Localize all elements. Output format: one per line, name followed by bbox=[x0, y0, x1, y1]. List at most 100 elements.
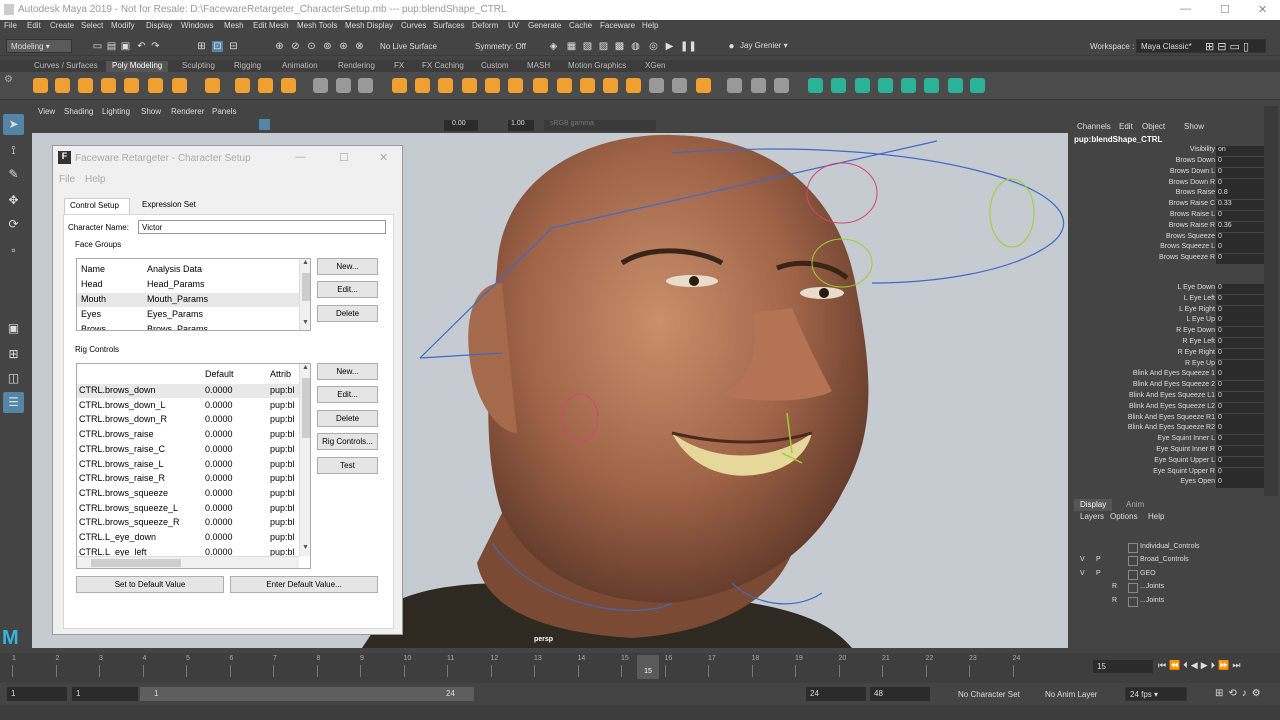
multi-cut-icon[interactable] bbox=[580, 78, 595, 93]
channel-l-eye-left[interactable]: L Eye Left 0 bbox=[1070, 294, 1270, 306]
panel-tool-icon-6[interactable] bbox=[123, 119, 134, 130]
help-menu[interactable]: Help bbox=[1148, 512, 1164, 521]
planar-uv-icon[interactable] bbox=[831, 78, 846, 93]
dialog-menu-file[interactable]: File bbox=[59, 174, 75, 185]
paint-select-icon[interactable]: ✎ bbox=[3, 164, 24, 185]
mode-dropdown[interactable]: Modeling ▾ bbox=[6, 39, 72, 53]
shelf-tab-motion-graphics[interactable]: Motion Graphics bbox=[562, 61, 632, 72]
menu-create[interactable]: Create bbox=[50, 21, 74, 30]
bevel2-icon[interactable] bbox=[557, 78, 572, 93]
menu-cache[interactable]: Cache bbox=[569, 21, 592, 30]
connect-icon[interactable] bbox=[626, 78, 641, 93]
fps-dropdown[interactable]: 24 fps ▾ bbox=[1125, 687, 1187, 701]
channel-brows-squeeze-l[interactable]: Brows Squeeze L0 bbox=[1070, 243, 1270, 254]
menu-curves[interactable]: Curves bbox=[401, 21, 426, 30]
menu-mesh-display[interactable]: Mesh Display bbox=[345, 21, 393, 30]
bevel-icon[interactable] bbox=[533, 78, 548, 93]
layer-name[interactable]: Individual_Controls bbox=[1140, 543, 1200, 550]
playback-controls[interactable]: ⏮⏪⏴◀▶⏵⏩⏭ bbox=[1158, 660, 1243, 671]
single-view-icon[interactable]: ▣ bbox=[3, 318, 24, 339]
layer-reference-toggle[interactable]: R bbox=[1112, 597, 1117, 604]
colorspace-dropdown[interactable]: sRGB gamma bbox=[544, 120, 656, 131]
render-settings-icon[interactable]: ▧ bbox=[582, 41, 593, 52]
panel-tool-icon-10[interactable] bbox=[191, 119, 202, 130]
rig-header-default[interactable]: Default bbox=[205, 369, 234, 383]
panel-menu-lighting[interactable]: Lighting bbox=[102, 107, 130, 116]
play-render-icon[interactable]: ▶ bbox=[664, 41, 675, 52]
panel-tool-icon-3[interactable] bbox=[72, 119, 83, 130]
channel-brows-raise-r[interactable]: Brows Raise R 0.36 bbox=[1070, 221, 1270, 233]
channel-value[interactable]: 0 bbox=[1216, 327, 1264, 338]
tab-display[interactable]: Display bbox=[1074, 499, 1113, 511]
select-component-icon[interactable]: ⊟ bbox=[228, 41, 239, 52]
rig-edit-button[interactable]: Edit... bbox=[317, 386, 378, 403]
range-icons[interactable]: ⊞⟲♪⚙ bbox=[1215, 688, 1266, 699]
channel-value[interactable]: 0 bbox=[1216, 392, 1264, 402]
channel-value[interactable]: 0 bbox=[1216, 467, 1264, 478]
command-line[interactable] bbox=[0, 705, 1280, 720]
channel-brows-down[interactable]: Brows Down 0 bbox=[1070, 157, 1270, 168]
channel-blink-and-eyes-squeeze-l2[interactable]: Blink And Eyes Squeeze L2 0 bbox=[1070, 402, 1270, 414]
snap-point-icon[interactable]: ⊙ bbox=[306, 41, 317, 52]
channel-visibility[interactable]: Visibility on bbox=[1070, 146, 1270, 157]
snap-view-icon[interactable]: ⊛ bbox=[338, 41, 349, 52]
layer-color-swatch[interactable] bbox=[1128, 556, 1138, 567]
panel-tool-icon-7[interactable] bbox=[140, 119, 151, 130]
panel-tool-icon-17[interactable] bbox=[310, 119, 321, 130]
poly-cylinder-icon[interactable] bbox=[78, 78, 93, 93]
panel-tool-icon-2[interactable] bbox=[55, 119, 66, 130]
poly-disc-icon[interactable] bbox=[172, 78, 187, 93]
channel-value[interactable]: 0 bbox=[1216, 348, 1264, 359]
poly-torus-icon[interactable] bbox=[124, 78, 139, 93]
fill-hole-icon[interactable] bbox=[485, 78, 500, 93]
channel-blink-and-eyes-squeeze-1[interactable]: Blink And Eyes Squeeze 10 bbox=[1070, 370, 1270, 381]
shelf-tab-fx-caching[interactable]: FX Caching bbox=[416, 61, 470, 72]
layer-row[interactable]: Individual_Controls bbox=[1076, 542, 1264, 554]
poly-sphere-icon[interactable] bbox=[33, 78, 48, 93]
four-view-icon[interactable]: ⊞ bbox=[3, 344, 24, 365]
offset-edge-icon[interactable] bbox=[672, 78, 687, 93]
panel-tool-icon-14[interactable] bbox=[259, 119, 270, 130]
options-menu[interactable]: Options bbox=[1110, 512, 1138, 521]
channel-value[interactable]: 0.33 bbox=[1216, 200, 1264, 211]
channel-menu-channels[interactable]: Channels bbox=[1077, 122, 1111, 131]
channel-value[interactable]: 0 bbox=[1216, 402, 1264, 413]
panel-tool-icon-8[interactable] bbox=[157, 119, 168, 130]
channel-value[interactable]: 0 bbox=[1216, 254, 1264, 265]
menu-edit-mesh[interactable]: Edit Mesh bbox=[253, 21, 289, 30]
panel-tool-icon-22[interactable] bbox=[395, 119, 406, 130]
hypershade-icon[interactable]: ◍ bbox=[630, 41, 641, 52]
face-group-row[interactable]: Head Head_Params bbox=[77, 278, 299, 292]
two-view-icon[interactable]: ◫ bbox=[3, 368, 24, 389]
menu-mesh-tools[interactable]: Mesh Tools bbox=[297, 21, 337, 30]
svg-icon[interactable] bbox=[281, 78, 296, 93]
panel-menu-view[interactable]: View bbox=[38, 107, 55, 116]
rig-control-row[interactable]: CTRL.brows_squeeze_R 0.0000 pup:bl bbox=[77, 516, 299, 530]
rotate-tool-icon[interactable]: ⟳ bbox=[3, 214, 24, 235]
face-groups-header-data[interactable]: Analysis Data bbox=[147, 264, 202, 278]
face-groups-header-name[interactable]: Name bbox=[81, 264, 105, 278]
panel-tool-icon-12[interactable] bbox=[225, 119, 236, 130]
render-frame-icon[interactable]: ▦ bbox=[566, 41, 577, 52]
rig-control-row[interactable]: CTRL.brows_down 0.0000 pup:bl bbox=[77, 384, 299, 398]
rig-delete-button[interactable]: Delete bbox=[317, 410, 378, 427]
menu-select[interactable]: Select bbox=[81, 21, 103, 30]
face-group-row[interactable]: Eyes Eyes_Params bbox=[77, 308, 299, 322]
menu-faceware[interactable]: Faceware bbox=[600, 21, 635, 30]
channel-l-eye-right[interactable]: L Eye Right 0 bbox=[1070, 305, 1270, 317]
layer-color-swatch[interactable] bbox=[1128, 596, 1138, 607]
combine-icon[interactable] bbox=[313, 78, 328, 93]
channel-eye-squint-upper-r[interactable]: Eye Squint Upper R0 bbox=[1070, 467, 1270, 479]
rig-controls-button[interactable]: Rig Controls... bbox=[317, 433, 378, 450]
channel-value[interactable]: 0 bbox=[1216, 446, 1264, 456]
character-name-input[interactable]: Victor bbox=[138, 220, 386, 234]
anim-layer-dropdown[interactable]: No Anim Layer bbox=[1045, 690, 1097, 699]
cylindrical-uv-icon[interactable] bbox=[855, 78, 870, 93]
range-bar[interactable]: 1 24 bbox=[140, 687, 474, 701]
scale-tool-icon[interactable]: ▫ bbox=[3, 240, 24, 261]
menu-mesh[interactable]: Mesh bbox=[224, 21, 244, 30]
channel-value[interactable]: 0 bbox=[1216, 284, 1264, 294]
arnold-icon[interactable]: ◎ bbox=[648, 41, 659, 52]
rig-test-button[interactable]: Test bbox=[317, 457, 378, 474]
platonic-icon[interactable] bbox=[205, 78, 220, 93]
